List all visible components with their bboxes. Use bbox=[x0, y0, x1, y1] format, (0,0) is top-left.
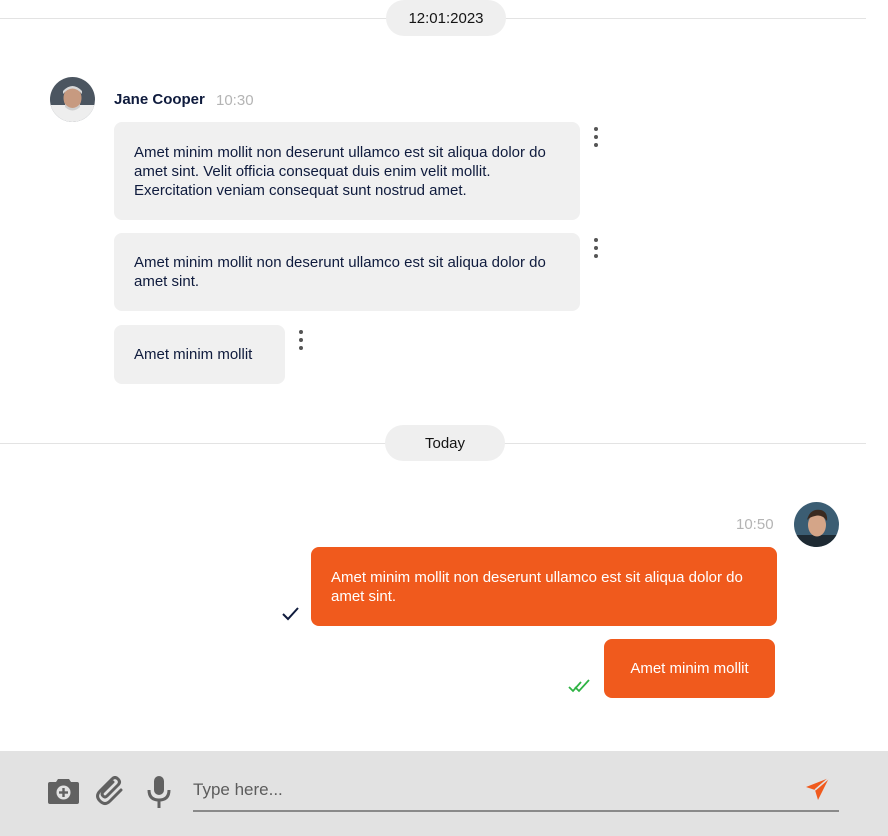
user-avatar[interactable] bbox=[794, 502, 839, 547]
message-text: Amet minim mollit bbox=[630, 660, 749, 677]
message-text: Amet minim mollit non deserunt ullamco e… bbox=[134, 254, 546, 290]
incoming-message[interactable]: Amet minim mollit bbox=[114, 325, 285, 384]
sent-check-icon bbox=[282, 607, 299, 621]
outgoing-message[interactable]: Amet minim mollit bbox=[604, 639, 775, 698]
sender-name[interactable]: Jane Cooper bbox=[114, 91, 205, 108]
read-double-check-icon bbox=[568, 679, 590, 693]
message-time: 10:50 bbox=[736, 516, 774, 533]
camera-icon[interactable] bbox=[48, 777, 79, 804]
sender-avatar[interactable] bbox=[50, 77, 95, 122]
message-text: Amet minim mollit non deserunt ullamco e… bbox=[331, 568, 743, 605]
paperclip-icon[interactable] bbox=[96, 776, 128, 808]
message-input-field[interactable] bbox=[193, 770, 839, 812]
more-options-icon[interactable] bbox=[590, 238, 602, 260]
incoming-message[interactable]: Amet minim mollit non deserunt ullamco e… bbox=[114, 122, 580, 220]
message-time: 10:30 bbox=[216, 92, 254, 109]
date-label: 12:01:2023 bbox=[386, 0, 506, 36]
more-options-icon[interactable] bbox=[295, 330, 307, 352]
incoming-message[interactable]: Amet minim mollit non deserunt ullamco e… bbox=[114, 233, 580, 311]
date-label: Today bbox=[385, 425, 505, 461]
message-text: Amet minim mollit bbox=[134, 346, 253, 363]
message-text: Amet minim mollit non deserunt ullamco e… bbox=[134, 143, 546, 199]
message-input[interactable] bbox=[193, 770, 839, 810]
outgoing-message[interactable]: Amet minim mollit non deserunt ullamco e… bbox=[311, 547, 777, 626]
microphone-icon[interactable] bbox=[146, 775, 172, 809]
more-options-icon[interactable] bbox=[590, 127, 602, 149]
